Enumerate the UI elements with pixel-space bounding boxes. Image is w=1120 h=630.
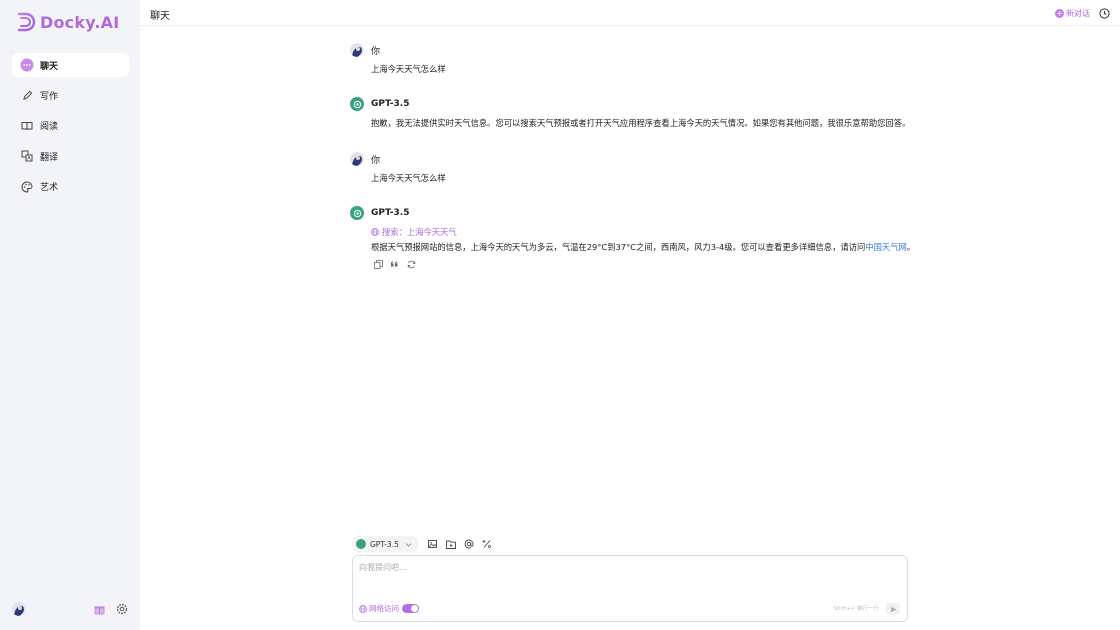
translate-icon bbox=[20, 149, 34, 163]
openai-logo-icon bbox=[350, 206, 364, 220]
message-text: 上海今天天气怎么样 bbox=[371, 64, 446, 74]
sidebar-item-label: 翻译 bbox=[40, 152, 59, 163]
send-button[interactable] bbox=[886, 603, 900, 615]
new-chat-label: 新对话 bbox=[1066, 9, 1090, 18]
history-clock-icon[interactable] bbox=[1099, 8, 1110, 19]
gift-icon[interactable] bbox=[94, 604, 105, 615]
newline-hint: Shift+↵ 换行一行 bbox=[833, 606, 879, 612]
composer-box: 网络访问 Shift+↵ 换行一行 bbox=[352, 555, 908, 622]
message-text-part: 根据天气预报网站的信息，上海今天的天气为多云，气温在29°C到37°C之间，西南… bbox=[371, 242, 866, 252]
sidebar-item-label: 聊天 bbox=[40, 61, 59, 72]
chat-message-assistant: GPT-3.5 抱歉，我无法提供实时天气信息。您可以搜索天气预报或者打开天气应用… bbox=[350, 97, 910, 129]
quote-icon[interactable] bbox=[390, 259, 400, 269]
sidebar-item-art[interactable]: 艺术 bbox=[12, 175, 129, 199]
model-selector[interactable]: GPT-3.5 bbox=[352, 536, 418, 552]
docky-logo-icon bbox=[17, 12, 36, 32]
send-icon bbox=[890, 606, 896, 612]
chat-bubble-icon bbox=[20, 58, 34, 72]
user-avatar[interactable] bbox=[12, 602, 26, 616]
globe-icon bbox=[371, 228, 379, 236]
chat-message-user: 你 上海今天天气怎么样 bbox=[350, 43, 910, 75]
sidebar-item-reading[interactable]: 阅读 bbox=[12, 114, 129, 138]
plus-icon: + bbox=[1055, 9, 1064, 18]
globe-icon bbox=[359, 604, 367, 613]
source-link[interactable]: 中国天气网 bbox=[865, 242, 907, 252]
mention-at-icon[interactable] bbox=[464, 539, 475, 550]
message-input[interactable] bbox=[359, 562, 899, 592]
sidebar-nav: 聊天 写作 阅读 翻译 艺术 bbox=[12, 53, 129, 205]
web-access-toggle[interactable] bbox=[402, 604, 419, 613]
page-title: 聊天 bbox=[150, 11, 170, 22]
message-text-part: 。 bbox=[906, 242, 916, 252]
chat-message-assistant: GPT-3.5 搜索：上海今天天气 根据天气预报网站的信息，上海今天的天气为多云… bbox=[350, 206, 915, 269]
image-upload-icon[interactable] bbox=[428, 539, 439, 550]
web-access-control: 网络访问 bbox=[359, 603, 419, 614]
sidebar-item-label: 阅读 bbox=[40, 122, 59, 133]
sidebar-item-chat[interactable]: 聊天 bbox=[12, 53, 129, 77]
sidebar-item-writing[interactable]: 写作 bbox=[12, 83, 129, 107]
sidebar-item-translate[interactable]: 翻译 bbox=[12, 144, 129, 168]
message-sender: GPT-3.5 bbox=[371, 99, 410, 109]
chat-message-user: 你 上海今天天气怎么样 bbox=[350, 152, 910, 184]
message-text: 上海今天天气怎么样 bbox=[371, 173, 446, 183]
logo[interactable]: Docky.AI bbox=[16, 12, 119, 32]
chevron-down-icon bbox=[405, 542, 412, 547]
web-access-label: 网络访问 bbox=[369, 604, 399, 613]
folder-icon[interactable] bbox=[446, 539, 457, 550]
user-avatar bbox=[350, 152, 364, 166]
message-sender: 你 bbox=[371, 46, 381, 57]
message-sender: GPT-3.5 bbox=[371, 208, 410, 218]
gear-icon[interactable] bbox=[116, 603, 128, 615]
message-text: 抱歉，我无法提供实时天气信息。您可以搜索天气预报或者打开天气应用程序查看上海今天… bbox=[371, 118, 911, 128]
regenerate-icon[interactable] bbox=[406, 259, 416, 269]
message-sender: 你 bbox=[371, 155, 381, 166]
sidebar-item-label: 艺术 bbox=[40, 183, 59, 194]
palette-icon bbox=[20, 180, 34, 194]
openai-logo-icon bbox=[350, 97, 364, 111]
user-avatar bbox=[350, 43, 364, 57]
message-text: 根据天气预报网站的信息，上海今天的天气为多云，气温在29°C到37°C之间，西南… bbox=[371, 241, 915, 253]
pen-icon bbox=[20, 88, 34, 102]
sidebar: Docky.AI 聊天 写作 阅读 翻译 艺术 bbox=[0, 0, 140, 630]
prompt-shortcut-icon[interactable] bbox=[482, 539, 493, 550]
web-search-indicator[interactable]: 搜索：上海今天天气 bbox=[371, 226, 910, 238]
new-chat-button[interactable]: + 新对话 bbox=[1055, 8, 1090, 19]
composer-toolbar: GPT-3.5 bbox=[352, 536, 493, 552]
book-icon bbox=[20, 119, 34, 133]
openai-logo-icon bbox=[356, 539, 366, 549]
brand-name: Docky.AI bbox=[40, 12, 120, 32]
top-bar: 聊天 + 新对话 bbox=[140, 0, 1120, 26]
message-actions bbox=[373, 259, 910, 269]
copy-icon[interactable] bbox=[373, 259, 383, 269]
model-name: GPT-3.5 bbox=[370, 539, 399, 549]
sidebar-item-label: 写作 bbox=[40, 91, 59, 102]
search-query-label: 搜索：上海今天天气 bbox=[382, 227, 457, 237]
